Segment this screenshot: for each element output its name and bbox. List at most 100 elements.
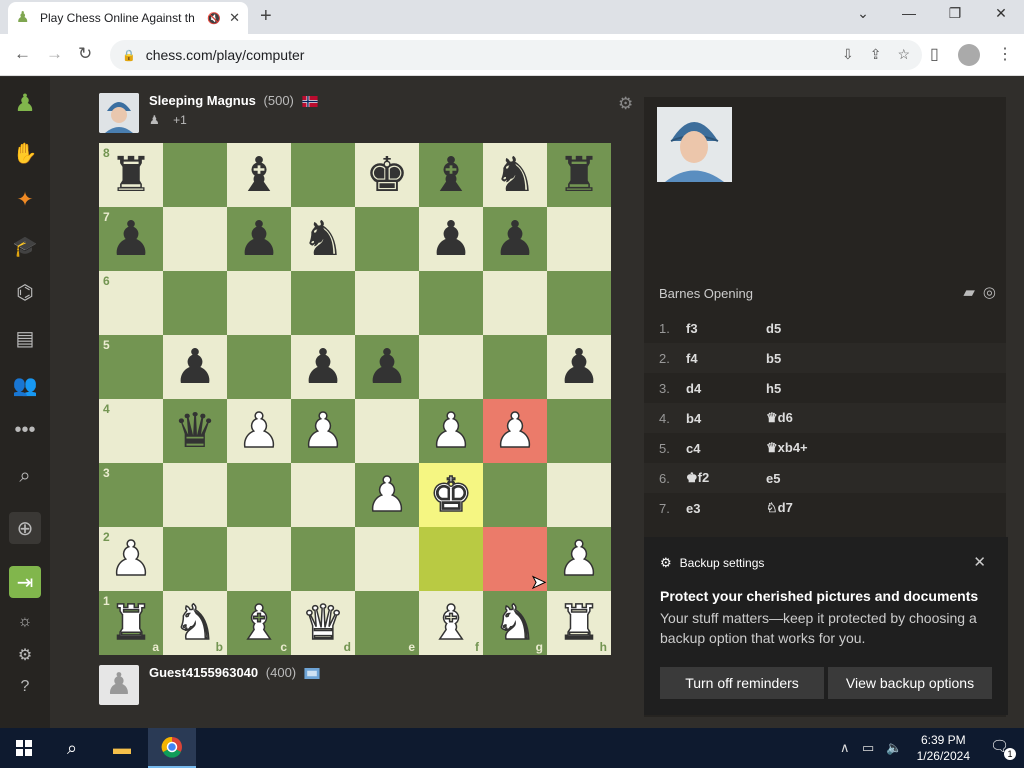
close-window-button[interactable]: ✕ — [978, 5, 1024, 22]
compass-icon[interactable]: ◎ — [983, 283, 996, 301]
black-bishop-icon[interactable]: ♝ — [429, 151, 472, 199]
square-b6[interactable] — [163, 271, 227, 335]
white-move[interactable]: ♚f2 — [686, 470, 766, 486]
install-icon[interactable]: ⇩ — [842, 46, 854, 63]
close-tab-icon[interactable]: ✕ — [229, 10, 240, 26]
white-pawn-icon[interactable]: ♟ — [301, 406, 346, 456]
square-g8[interactable]: ♞ — [483, 143, 547, 207]
square-b4[interactable]: ♛ — [163, 399, 227, 463]
square-a8[interactable]: 8 ♜ — [99, 143, 163, 207]
white-pawn-icon[interactable]: ♟ — [429, 406, 474, 456]
chevron-up-icon[interactable]: ∧ — [840, 740, 850, 756]
share-icon[interactable]: ⇪ — [870, 46, 882, 63]
square-d7[interactable]: ♞ — [291, 207, 355, 271]
square-g7[interactable]: ♟ — [483, 207, 547, 271]
black-pawn-icon[interactable]: ♟ — [173, 343, 216, 391]
square-e5[interactable]: ♟ — [355, 335, 419, 399]
puzzles-icon[interactable]: ✦ — [9, 183, 41, 215]
settings-icon[interactable]: ⚙ — [9, 639, 41, 671]
taskbar-search-icon[interactable]: ⌕ — [48, 728, 96, 768]
black-move[interactable]: ♛d6 — [766, 410, 846, 426]
browser-tab[interactable]: ♟ Play Chess Online Against th 🔇 ✕ — [8, 2, 248, 34]
square-a3[interactable]: 3 — [99, 463, 163, 527]
square-c4[interactable]: ♟ — [227, 399, 291, 463]
square-a4[interactable]: 4 — [99, 399, 163, 463]
white-pawn-icon[interactable]: ♟ — [237, 406, 282, 456]
square-d2[interactable] — [291, 527, 355, 591]
square-d1[interactable]: d ♛ — [291, 591, 355, 655]
new-tab-button[interactable]: + — [260, 5, 272, 28]
square-h4[interactable] — [547, 399, 611, 463]
book-icon[interactable]: ▰ — [963, 283, 975, 301]
square-e8[interactable]: ♚ — [355, 143, 419, 207]
black-pawn-icon[interactable]: ♟ — [109, 215, 152, 263]
white-rook-icon[interactable]: ♜ — [109, 598, 154, 648]
square-e7[interactable] — [355, 207, 419, 271]
file-explorer-icon[interactable]: ▬ — [98, 728, 146, 768]
square-h7[interactable] — [547, 207, 611, 271]
square-f8[interactable]: ♝ — [419, 143, 483, 207]
square-f7[interactable]: ♟ — [419, 207, 483, 271]
square-d3[interactable] — [291, 463, 355, 527]
black-knight-icon[interactable]: ♞ — [301, 215, 344, 263]
square-a1[interactable]: 1 a ♜ — [99, 591, 163, 655]
square-d6[interactable] — [291, 271, 355, 335]
square-h6[interactable] — [547, 271, 611, 335]
square-e4[interactable] — [355, 399, 419, 463]
square-d8[interactable] — [291, 143, 355, 207]
square-e3[interactable]: ♟ — [355, 463, 419, 527]
watch-icon[interactable]: ⌬ — [9, 276, 41, 308]
black-rook-icon[interactable]: ♜ — [109, 151, 152, 199]
social-icon[interactable]: 👥 — [9, 369, 41, 401]
tab-search-icon[interactable]: ⌄ — [840, 5, 886, 22]
white-move[interactable]: c4 — [686, 441, 766, 456]
white-move[interactable]: e3 — [686, 501, 766, 516]
square-b3[interactable] — [163, 463, 227, 527]
black-bishop-icon[interactable]: ♝ — [237, 151, 280, 199]
white-move[interactable]: b4 — [686, 411, 766, 426]
white-move[interactable]: f3 — [686, 321, 766, 336]
white-bishop-icon[interactable]: ♝ — [237, 598, 282, 648]
login-icon[interactable]: ⇥ — [9, 566, 41, 598]
white-knight-icon[interactable]: ♞ — [173, 598, 218, 648]
board-settings-icon[interactable]: ⚙ — [618, 94, 633, 114]
volume-icon[interactable]: 🔈 — [886, 740, 902, 756]
square-e6[interactable] — [355, 271, 419, 335]
windows-start-icon[interactable] — [0, 728, 48, 768]
reload-icon[interactable]: ↻ — [78, 44, 92, 64]
square-b5[interactable]: ♟ — [163, 335, 227, 399]
square-b1[interactable]: b ♞ — [163, 591, 227, 655]
black-move[interactable]: ♘d7 — [766, 500, 846, 516]
square-c1[interactable]: c ♝ — [227, 591, 291, 655]
back-icon[interactable]: ← — [14, 44, 31, 64]
black-move[interactable]: d5 — [766, 321, 846, 336]
square-e1[interactable]: e — [355, 591, 419, 655]
white-knight-icon[interactable]: ♞ — [493, 598, 538, 648]
square-f3[interactable]: ♚ — [419, 463, 483, 527]
square-a7[interactable]: 7 ♟ — [99, 207, 163, 271]
square-g5[interactable] — [483, 335, 547, 399]
square-g4[interactable]: ♟ — [483, 399, 547, 463]
white-pawn-icon[interactable]: ♟ — [365, 470, 410, 520]
view-backup-options-button[interactable]: View backup options — [828, 667, 992, 699]
mute-icon[interactable]: 🔇 — [207, 12, 221, 25]
square-g1[interactable]: g ♞ — [483, 591, 547, 655]
square-h1[interactable]: h ♜ — [547, 591, 611, 655]
square-f1[interactable]: f ♝ — [419, 591, 483, 655]
theme-icon[interactable]: ☼ — [9, 606, 41, 638]
square-a2[interactable]: 2 ♟ — [99, 527, 163, 591]
bookmark-star-icon[interactable]: ☆ — [897, 46, 910, 63]
black-pawn-icon[interactable]: ♟ — [493, 215, 536, 263]
black-move[interactable]: e5 — [766, 471, 846, 486]
white-pawn-icon[interactable]: ♟ — [493, 406, 538, 456]
square-h2[interactable]: ♟ — [547, 527, 611, 591]
minimize-button[interactable]: — — [886, 5, 932, 21]
white-move[interactable]: f4 — [686, 351, 766, 366]
white-bishop-icon[interactable]: ♝ — [429, 598, 474, 648]
square-b8[interactable] — [163, 143, 227, 207]
white-king-icon[interactable]: ♚ — [429, 470, 474, 520]
square-c3[interactable] — [227, 463, 291, 527]
square-a6[interactable]: 6 — [99, 271, 163, 335]
black-pawn-icon[interactable]: ♟ — [429, 215, 472, 263]
square-c8[interactable]: ♝ — [227, 143, 291, 207]
